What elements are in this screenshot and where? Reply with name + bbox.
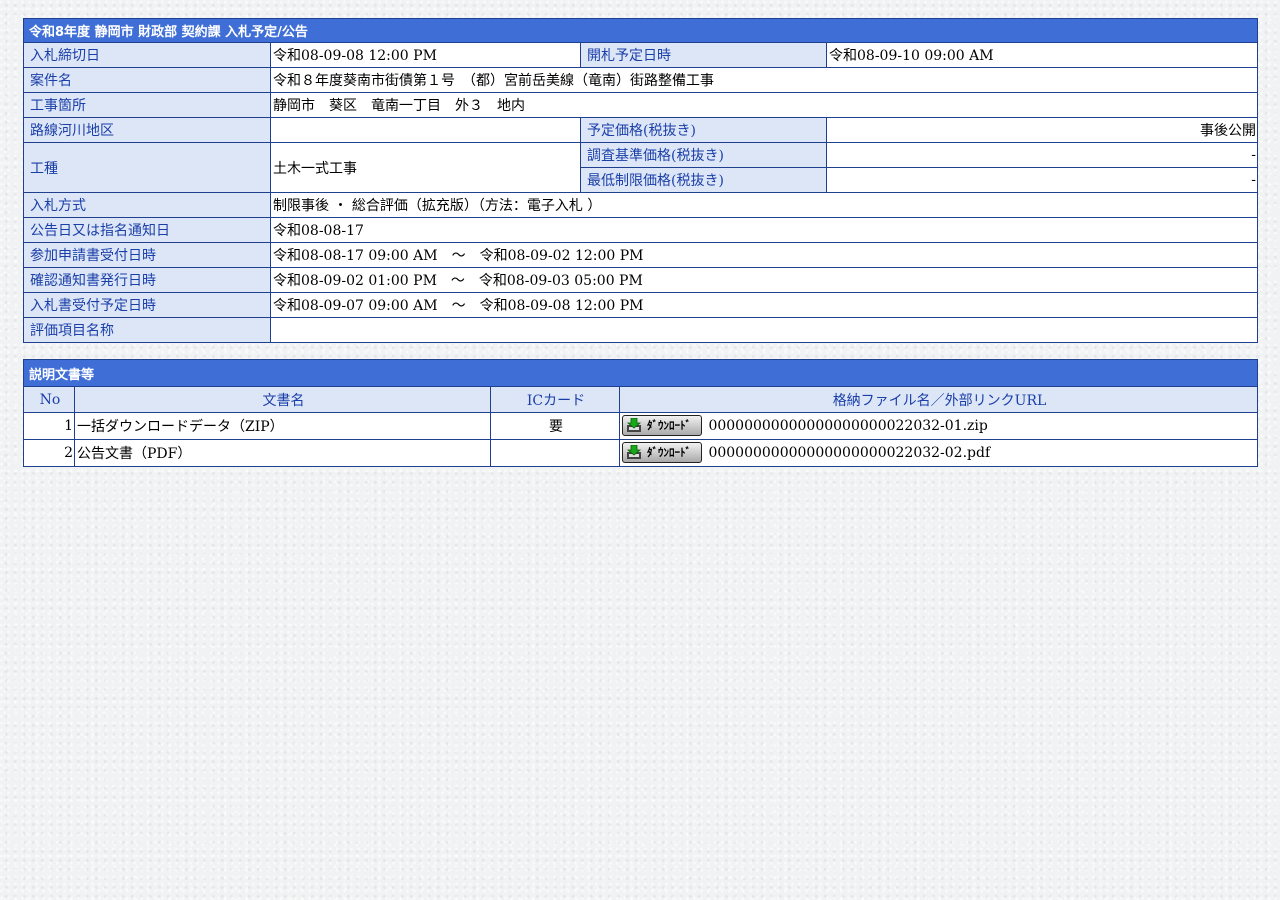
planned-price-value: 事後公開 bbox=[825, 117, 1259, 143]
row-document-name: 公告文書（PDF） bbox=[74, 439, 491, 467]
column-header-ic-card: ICカード bbox=[490, 386, 620, 413]
row-document-name: 一括ダウンロードデータ（ZIP） bbox=[74, 412, 491, 440]
bid-accept-value: 令和08-09-07 09:00 AM ～ 令和08-09-08 12:00 P… bbox=[269, 292, 1259, 318]
planned-price-label: 予定価格(税抜き) bbox=[580, 117, 827, 143]
bid-accept-label: 入札書受付予定日時 bbox=[23, 292, 271, 318]
project-label: 案件名 bbox=[23, 67, 271, 93]
project-value: 令和８年度葵南市街債第１号 （都）宮前岳美線（竜南）街路整備工事 bbox=[269, 67, 1259, 93]
location-label: 工事箇所 bbox=[23, 92, 271, 118]
deadline-label: 入札締切日 bbox=[23, 42, 271, 68]
column-header-document-name: 文書名 bbox=[74, 386, 491, 413]
download-button[interactable]: ﾀﾞｳﾝﾛｰﾄﾞ bbox=[622, 441, 702, 463]
row-no: 2 bbox=[23, 439, 75, 467]
survey-price-label: 調査基準価格(税抜き) bbox=[580, 142, 827, 168]
confirmation-label: 確認通知書発行日時 bbox=[23, 267, 271, 293]
column-header-file-url: 格納ファイル名／外部リンクURL bbox=[618, 386, 1259, 413]
application-label: 参加申請書受付日時 bbox=[23, 242, 271, 268]
notice-date-label: 公告日又は指名通知日 bbox=[23, 217, 271, 243]
table-row: 2 公告文書（PDF） ﾀﾞｳﾝﾛｰﾄﾞ 0000000000000000000… bbox=[23, 439, 1259, 467]
row-ic-card bbox=[490, 439, 620, 467]
row-no: 1 bbox=[23, 412, 75, 440]
file-name: 00000000000000000000022032-01.zip bbox=[708, 418, 988, 434]
evaluation-value bbox=[269, 317, 1259, 343]
evaluation-label: 評価項目名称 bbox=[23, 317, 271, 343]
documents-title: 説明文書等 bbox=[22, 359, 1259, 387]
confirmation-value: 令和08-09-02 01:00 PM ～ 令和08-09-03 05:00 P… bbox=[269, 267, 1259, 293]
column-header-no: No bbox=[23, 386, 75, 413]
method-label: 入札方式 bbox=[23, 192, 271, 218]
min-price-label: 最低制限価格(税抜き) bbox=[580, 167, 827, 193]
application-value: 令和08-08-17 09:00 AM ～ 令和08-09-02 12:00 P… bbox=[269, 242, 1259, 268]
documents-table: 説明文書等 No 文書名 ICカード 格納ファイル名／外部リンクURL 1 一括… bbox=[22, 359, 1259, 467]
row-ic-card: 要 bbox=[490, 412, 620, 440]
table-row: 1 一括ダウンロードデータ（ZIP） 要 ﾀﾞｳﾝﾛｰﾄﾞ 0000000000… bbox=[23, 412, 1259, 440]
deadline-value: 令和08-09-08 12:00 PM bbox=[270, 42, 581, 68]
download-icon bbox=[626, 444, 642, 459]
method-value: 制限事後 ・ 総合評価（拡充版）（方法：電子入札 ） bbox=[269, 192, 1259, 218]
row-file-cell: ﾀﾞｳﾝﾛｰﾄﾞ 00000000000000000000022032-01.z… bbox=[618, 412, 1259, 440]
row-file-cell: ﾀﾞｳﾝﾛｰﾄﾞ 00000000000000000000022032-02.p… bbox=[618, 439, 1259, 467]
work-type-value: 土木一式工事 bbox=[270, 142, 581, 193]
work-type-label: 工種 bbox=[23, 142, 271, 193]
min-price-value: - bbox=[825, 167, 1259, 193]
download-button-label: ﾀﾞｳﾝﾛｰﾄﾞ bbox=[647, 418, 691, 432]
download-button-label: ﾀﾞｳﾝﾛｰﾄﾞ bbox=[647, 445, 691, 459]
route-label: 路線河川地区 bbox=[23, 117, 271, 143]
opening-value: 令和08-09-10 09:00 AM bbox=[825, 42, 1259, 68]
bid-details-table: 令和8年度 静岡市 財政部 契約課 入札予定/公告 入札締切日 令和08-09-… bbox=[22, 18, 1259, 343]
file-name: 00000000000000000000022032-02.pdf bbox=[708, 445, 991, 461]
notice-date-value: 令和08-08-17 bbox=[269, 217, 1259, 243]
location-value: 静岡市 葵区 竜南一丁目 外３ 地内 bbox=[269, 92, 1259, 118]
download-button[interactable]: ﾀﾞｳﾝﾛｰﾄﾞ bbox=[622, 414, 702, 436]
download-icon bbox=[626, 417, 642, 432]
page-wrapper: 令和8年度 静岡市 財政部 契約課 入札予定/公告 入札締切日 令和08-09-… bbox=[22, 18, 1259, 467]
page-title: 令和8年度 静岡市 財政部 契約課 入札予定/公告 bbox=[22, 18, 1259, 43]
opening-label: 開札予定日時 bbox=[580, 42, 827, 68]
survey-price-value: - bbox=[825, 142, 1259, 168]
route-value bbox=[270, 117, 581, 143]
